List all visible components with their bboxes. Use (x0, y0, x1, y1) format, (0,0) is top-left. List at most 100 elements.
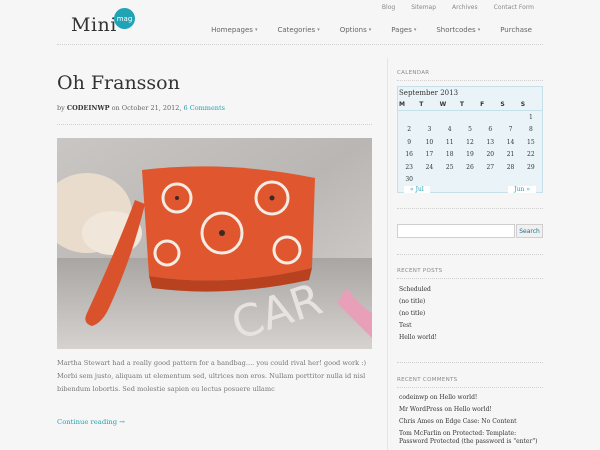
calendar-day[interactable]: 15 (521, 136, 541, 149)
recent-comment[interactable]: Chris Ames on Edge Case: No Content (399, 418, 545, 426)
calendar-day[interactable]: 5 (460, 124, 480, 137)
calendar-day[interactable]: 29 (521, 161, 541, 174)
calendar-day (440, 174, 460, 187)
nav-options[interactable]: Options ▾ (340, 26, 372, 34)
calendar-day[interactable]: 24 (419, 161, 439, 174)
widget-divider (397, 362, 543, 363)
nav-categories[interactable]: Categories ▾ (277, 26, 319, 34)
calendar-day (500, 111, 520, 124)
logo-text: Mini (71, 14, 117, 36)
calendar-days: 1 2 3 4 5 6 7 8 9 10 11 12 13 14 15 16 17 18 19 20 21 22 23 24 2… (398, 111, 542, 186)
recent-post-link[interactable]: Hello world! (399, 332, 437, 344)
calendar-day[interactable]: 16 (399, 149, 419, 162)
calendar-day[interactable]: 27 (480, 161, 500, 174)
nav-label: Purchase (500, 26, 532, 34)
top-links: Blog Sitemap Archives Contact Form (366, 4, 534, 11)
calendar-day[interactable]: 7 (500, 124, 520, 137)
calendar-day[interactable]: 6 (480, 124, 500, 137)
calendar-day[interactable]: 14 (500, 136, 520, 149)
meta-date: on October 21, 2012, (111, 104, 182, 112)
calendar-day[interactable]: 10 (419, 136, 439, 149)
recent-comment[interactable]: Tom McFarlin on Protected: Template: Pas… (399, 430, 545, 446)
post-author[interactable]: CODEINWP (67, 104, 110, 112)
chevron-down-icon: ▾ (368, 27, 372, 33)
recent-comment[interactable]: Mr WordPress on Hello world! (399, 406, 545, 414)
recent-post-link[interactable]: (no title) (399, 296, 437, 308)
calendar-day[interactable]: 1 (521, 111, 541, 124)
calendar-day[interactable]: 20 (480, 149, 500, 162)
chevron-down-icon: ▾ (317, 27, 320, 33)
calendar-day (480, 111, 500, 124)
calendar-day[interactable]: 25 (440, 161, 460, 174)
top-link-archives[interactable]: Archives (452, 4, 478, 11)
calendar-weekdays: MTWTFSS (398, 101, 542, 111)
nav-pages[interactable]: Pages ▾ (391, 26, 416, 34)
nav-purchase[interactable]: Purchase (500, 26, 532, 34)
calendar-caption: September 2013 (399, 89, 459, 97)
calendar-day[interactable]: 2 (399, 124, 419, 137)
calendar-weekday: T (459, 101, 464, 108)
search-button[interactable]: Search (516, 224, 543, 238)
calendar-weekday: W (439, 101, 447, 108)
calendar-day[interactable]: 11 (440, 136, 460, 149)
nav-divider (57, 44, 543, 45)
calendar-day (399, 111, 419, 124)
calendar-widget: September 2013 MTWTFSS 1 2 3 4 5 6 7 8 9 10 11 12 13… (397, 86, 543, 193)
continue-reading-link[interactable]: Continue reading → (57, 418, 125, 426)
calendar-day[interactable]: 12 (460, 136, 480, 149)
calendar-day (521, 174, 541, 187)
calendar-weekday: F (480, 101, 485, 108)
calendar-day[interactable]: 8 (521, 124, 541, 137)
chevron-down-icon: ▾ (477, 27, 481, 33)
recent-posts-list: Scheduled (no title) (no title) Test Hel… (399, 284, 437, 344)
post-featured-image[interactable]: CAR (57, 138, 372, 349)
nav-label: Options (339, 26, 367, 34)
calendar-day (440, 111, 460, 124)
calendar-day[interactable]: 28 (500, 161, 520, 174)
top-link-blog[interactable]: Blog (382, 4, 395, 11)
calendar-day (480, 174, 500, 187)
widget-divider (397, 208, 543, 209)
recent-comment[interactable]: codeinwp on Hello world! (399, 394, 545, 402)
chevron-down-icon: ▾ (254, 27, 258, 33)
calendar-day[interactable]: 9 (399, 136, 419, 149)
calendar-weekday: M (399, 101, 405, 108)
recent-post-link[interactable]: (no title) (399, 308, 437, 320)
calendar-day (460, 111, 480, 124)
widget-divider (397, 80, 543, 81)
calendar-day (460, 174, 480, 187)
nav-label: Shortcodes (436, 26, 476, 34)
sidebar-divider (387, 58, 388, 450)
widget-divider (397, 254, 543, 255)
widget-divider (397, 278, 543, 279)
recent-post-link[interactable]: Scheduled (399, 284, 437, 296)
calendar-day[interactable]: 26 (460, 161, 480, 174)
calendar-day[interactable]: 17 (419, 149, 439, 162)
top-link-sitemap[interactable]: Sitemap (411, 4, 436, 11)
calendar-day[interactable]: 3 (419, 124, 439, 137)
calendar-day (500, 174, 520, 187)
comments-link[interactable]: 6 Comments (184, 104, 225, 112)
calendar-day[interactable]: 21 (500, 149, 520, 162)
calendar-day[interactable]: 13 (480, 136, 500, 149)
calendar-day[interactable]: 23 (399, 161, 419, 174)
post-meta: by CODEINWP on October 21, 2012, 6 Comme… (57, 104, 225, 112)
calendar-prev-link[interactable]: « Jul (404, 186, 430, 193)
recent-post-link[interactable]: Test (399, 320, 437, 332)
calendar-next-link[interactable]: Jun » (508, 186, 536, 193)
calendar-day[interactable]: 4 (440, 124, 460, 137)
site-logo[interactable]: Mini mag (71, 8, 135, 36)
nav-homepages[interactable]: Homepages ▾ (211, 26, 257, 34)
nav-shortcodes[interactable]: Shortcodes ▾ (436, 26, 480, 34)
nav-label: Homepages (211, 26, 253, 34)
top-link-contact[interactable]: Contact Form (494, 4, 534, 11)
calendar-day[interactable]: 19 (460, 149, 480, 162)
calendar-day[interactable]: 30 (399, 174, 419, 187)
handbag-photo: CAR (57, 138, 372, 349)
calendar-day[interactable]: 22 (521, 149, 541, 162)
search-input[interactable] (397, 224, 515, 238)
calendar-day (419, 174, 439, 187)
post-title[interactable]: Oh Fransson (57, 72, 180, 94)
calendar-day[interactable]: 18 (440, 149, 460, 162)
logo-badge: mag (114, 8, 135, 29)
